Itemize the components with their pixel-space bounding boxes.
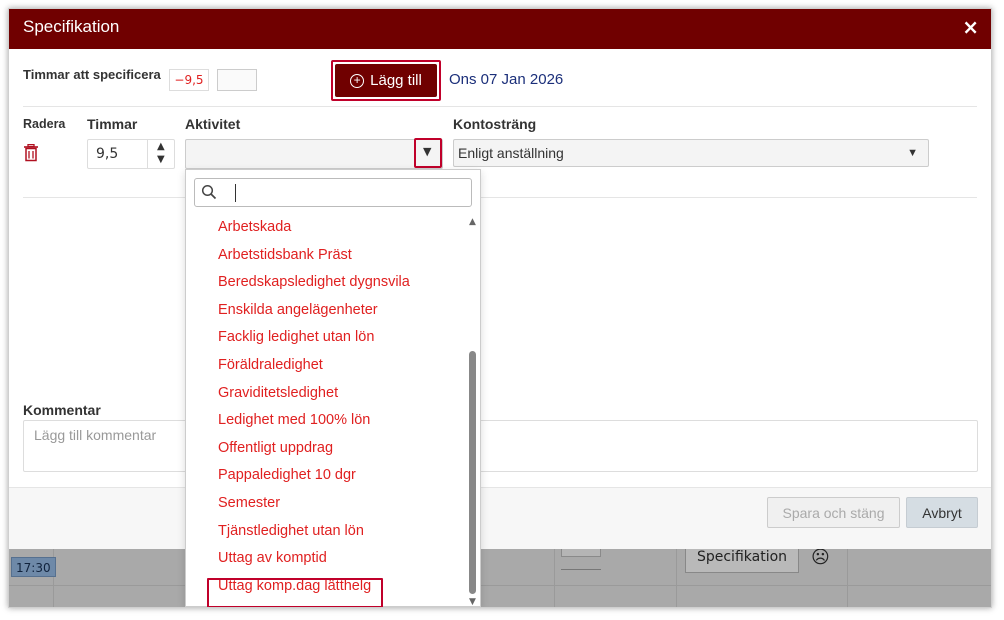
stepper-down-icon[interactable]: ▼ xyxy=(157,154,165,165)
save-and-close-button[interactable]: Spara och stäng xyxy=(767,497,900,528)
account-select-value: Enligt anställning xyxy=(458,145,564,161)
sad-face-icon: ☹ xyxy=(811,547,830,568)
dropdown-search-input[interactable] xyxy=(194,178,472,207)
dropdown-item[interactable]: Föräldraledighet xyxy=(186,352,468,380)
dropdown-item[interactable]: Arbetstidsbank Präst xyxy=(186,242,468,270)
hours-stepper[interactable]: ▲ ▼ xyxy=(147,139,175,169)
specification-dialog: Specifikation × Timmar att specificera −… xyxy=(9,9,991,549)
stepper-up-icon[interactable]: ▲ xyxy=(157,141,165,152)
background-divider xyxy=(676,549,677,607)
comment-textarea[interactable]: Lägg till kommentar xyxy=(23,420,978,472)
plus-circle-icon: + xyxy=(350,73,365,88)
divider xyxy=(23,106,977,107)
column-header-delete: Radera xyxy=(23,117,66,131)
background-time-badge: 17:30 xyxy=(11,557,56,577)
trash-icon[interactable] xyxy=(23,144,39,162)
column-header-activity: Aktivitet xyxy=(185,116,241,132)
window-frame: 17:30 Specifikation ☹ Specifikation × Ti… xyxy=(8,8,992,608)
hours-empty-field xyxy=(217,69,257,91)
dialog-header: Specifikation × xyxy=(9,9,991,49)
column-header-account: Kontosträng xyxy=(453,116,537,132)
hours-to-specify-value: −9,5 xyxy=(169,69,209,91)
dropdown-item[interactable]: Ledighet med 100% lön xyxy=(186,407,468,435)
add-button-label: Lägg till xyxy=(370,72,422,89)
activity-dropdown-toggle[interactable]: ▼ xyxy=(414,138,442,168)
dropdown-item[interactable]: Graviditetsledighet xyxy=(186,380,468,408)
dropdown-item[interactable]: Semester xyxy=(186,490,468,518)
dialog-title: Specifikation xyxy=(23,17,120,36)
cancel-button[interactable]: Avbryt xyxy=(906,497,978,528)
chevron-down-icon: ▼ xyxy=(907,147,918,159)
column-header-hours: Timmar xyxy=(87,116,138,132)
hours-to-specify-label: Timmar att specificera xyxy=(23,67,161,82)
dropdown-list: Arbetskada Arbetstidsbank Präst Beredskaps… xyxy=(186,214,468,600)
divider xyxy=(23,197,977,198)
background-divider xyxy=(9,585,991,586)
highlighted-item-outline xyxy=(207,578,383,607)
chevron-down-icon: ▼ xyxy=(423,145,432,158)
dropdown-item[interactable]: Beredskapsledighet dygnsvila xyxy=(186,269,468,297)
dropdown-scrollbar[interactable]: ▲ ▼ xyxy=(467,217,479,607)
background-specification-button: Specifikation xyxy=(685,545,799,573)
dropdown-item[interactable]: Offentligt uppdrag xyxy=(186,435,468,463)
scrollbar-thumb[interactable] xyxy=(469,351,476,594)
scroll-up-icon[interactable]: ▲ xyxy=(469,217,476,227)
dropdown-item[interactable]: Enskilda angelägenheter xyxy=(186,297,468,325)
dropdown-item[interactable]: Arbetskada xyxy=(186,214,468,242)
dropdown-item[interactable]: Uttag av komptid xyxy=(186,545,468,573)
add-button[interactable]: + Lägg till xyxy=(335,64,437,97)
text-caret xyxy=(235,184,236,202)
dropdown-item[interactable]: Pappaledighet 10 dgr xyxy=(186,462,468,490)
background-underline xyxy=(561,569,601,570)
dropdown-item[interactable]: Tjänstledighet utan lön xyxy=(186,518,468,546)
scroll-down-icon[interactable]: ▼ xyxy=(469,597,476,607)
background-divider xyxy=(847,549,848,607)
search-icon xyxy=(201,184,217,200)
background-divider xyxy=(554,549,555,607)
background-page: 17:30 Specifikation ☹ xyxy=(9,545,991,607)
comment-label: Kommentar xyxy=(23,402,101,418)
activity-dropdown: Arbetskada Arbetstidsbank Präst Beredskaps… xyxy=(185,169,481,607)
close-icon[interactable]: × xyxy=(962,15,979,39)
dropdown-item[interactable]: Facklig ledighet utan lön xyxy=(186,324,468,352)
activity-select[interactable] xyxy=(185,139,443,169)
account-select[interactable]: Enligt anställning ▼ xyxy=(453,139,929,167)
selected-date: Ons 07 Jan 2026 xyxy=(449,71,564,88)
